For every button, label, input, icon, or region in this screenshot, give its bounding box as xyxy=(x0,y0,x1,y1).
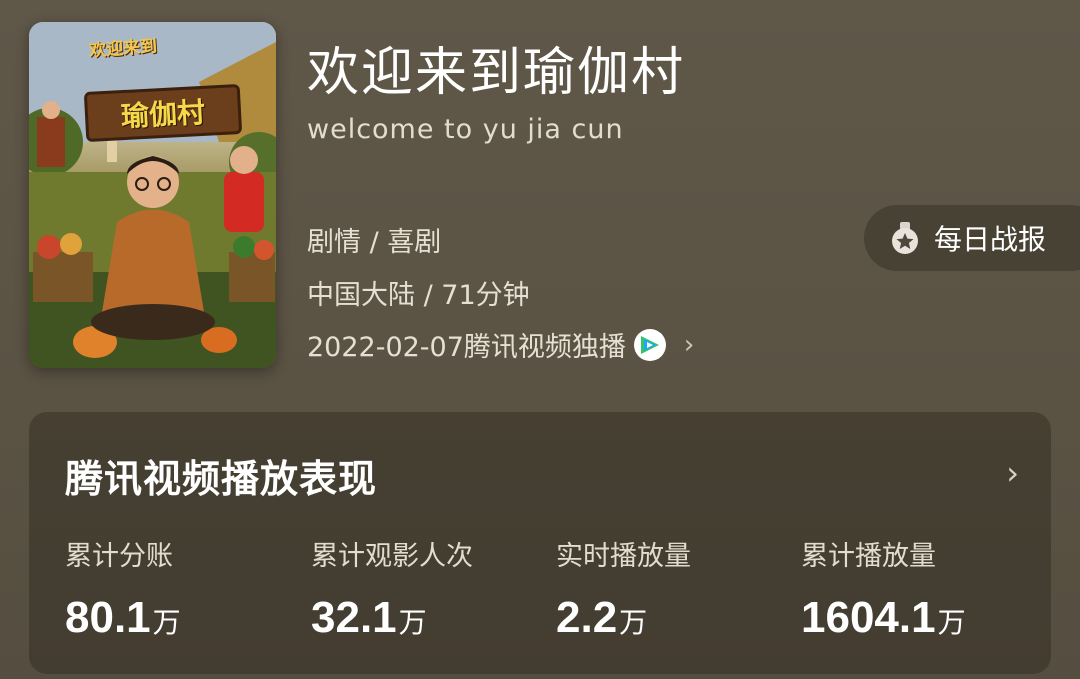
chevron-right-icon: › xyxy=(683,329,695,360)
stat-value: 80.1万 xyxy=(65,593,181,643)
stat-unit: 万 xyxy=(619,606,648,639)
performance-card-title: 腾讯视频播放表现 xyxy=(65,457,378,501)
poster-title-sign: 瑜伽村 xyxy=(83,83,243,143)
daily-report-label: 每日战报 xyxy=(934,223,1047,256)
stat-cumulative-plays: 累计播放量 1604.1万 xyxy=(801,534,966,643)
stat-label: 累计观影人次 xyxy=(311,541,473,572)
stat-unit: 万 xyxy=(152,606,181,639)
stat-number: 1604.1 xyxy=(801,593,936,642)
tencent-video-logo-icon xyxy=(633,328,666,361)
stat-label: 累计分账 xyxy=(65,541,173,572)
stat-value: 32.1万 xyxy=(311,593,473,643)
stat-unit: 万 xyxy=(937,606,966,639)
movie-poster[interactable]: 欢迎来到 瑜伽村 xyxy=(29,22,276,368)
poster-artwork xyxy=(29,22,276,368)
release-info-link[interactable]: 2022-02-07腾讯视频独播 › xyxy=(307,325,694,364)
stat-label: 累计播放量 xyxy=(801,541,936,572)
stat-value: 2.2万 xyxy=(556,593,691,643)
movie-genre: 剧情 / 喜剧 xyxy=(307,227,442,258)
medal-star-icon xyxy=(888,221,922,255)
stat-number: 32.1 xyxy=(311,593,397,642)
movie-title: 欢迎来到瑜伽村 xyxy=(307,43,686,103)
stat-label: 实时播放量 xyxy=(556,541,691,572)
stat-cumulative-viewers: 累计观影人次 32.1万 xyxy=(311,534,473,643)
tencent-performance-card: 腾讯视频播放表现 › 累计分账 80.1万 累计观影人次 32.1万 实时播放量… xyxy=(29,412,1051,674)
stat-number: 80.1 xyxy=(65,593,151,642)
stat-realtime-plays: 实时播放量 2.2万 xyxy=(556,534,691,643)
performance-card-header[interactable]: 腾讯视频播放表现 › xyxy=(29,412,1051,522)
release-info-text: 2022-02-07腾讯视频独播 xyxy=(307,332,626,363)
stat-number: 2.2 xyxy=(556,593,618,642)
stat-value: 1604.1万 xyxy=(801,593,966,643)
movie-region-duration: 中国大陆 / 71分钟 xyxy=(307,280,530,311)
daily-report-button[interactable]: 每日战报 xyxy=(864,205,1080,271)
movie-subtitle: welcome to yu jia cun xyxy=(307,114,624,145)
stat-unit: 万 xyxy=(398,606,427,639)
chevron-right-icon: › xyxy=(1006,454,1019,492)
poster-top-text: 欢迎来到 xyxy=(88,36,158,62)
stat-cumulative-revenue: 累计分账 80.1万 xyxy=(65,534,181,643)
